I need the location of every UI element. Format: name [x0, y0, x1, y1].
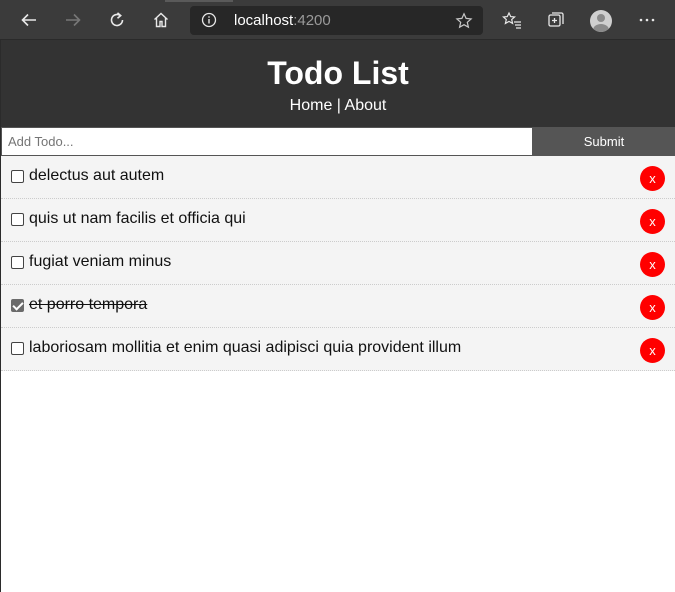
browser-toolbar: localhost:4200 — [0, 0, 675, 40]
nav-separator: | — [332, 97, 345, 114]
todo-item: et porro tempora x — [1, 285, 675, 328]
delete-todo-button[interactable]: x — [640, 209, 665, 234]
todo-title: laboriosam mollitia et enim quasi adipis… — [29, 339, 462, 356]
home-button[interactable] — [144, 4, 178, 36]
more-icon — [639, 18, 655, 22]
info-icon[interactable] — [201, 12, 217, 28]
app-header: Todo List Home | About — [1, 40, 675, 127]
todo-item: fugiat veniam minus x — [1, 242, 675, 285]
delete-todo-button[interactable]: x — [640, 252, 665, 277]
url-port: :4200 — [293, 12, 331, 29]
forward-arrow-icon — [66, 13, 81, 27]
collections-icon — [548, 12, 564, 27]
star-icon[interactable] — [455, 12, 473, 30]
address-bar[interactable]: localhost:4200 — [190, 6, 483, 35]
favorites-icon — [502, 11, 521, 29]
page-viewport: Todo List Home | About Submit delectus a… — [0, 40, 675, 592]
delete-todo-button[interactable]: x — [640, 295, 665, 320]
submit-button[interactable]: Submit — [533, 127, 675, 156]
todo-title: quis ut nam facilis et officia qui — [29, 210, 246, 227]
refresh-button[interactable] — [100, 4, 134, 36]
add-todo-form: Submit — [1, 127, 675, 156]
more-button[interactable] — [630, 4, 664, 36]
delete-todo-button[interactable]: x — [640, 338, 665, 363]
nav-link-about[interactable]: About — [345, 97, 387, 114]
todo-checkbox[interactable] — [11, 298, 24, 312]
todo-title: et porro tempora — [29, 296, 148, 313]
favorites-button[interactable] — [495, 4, 529, 36]
todo-title: fugiat veniam minus — [29, 253, 172, 270]
forward-button[interactable] — [56, 4, 90, 36]
refresh-icon — [110, 12, 124, 27]
todo-item: quis ut nam facilis et officia qui x — [1, 199, 675, 242]
home-icon — [154, 12, 168, 28]
todo-title: delectus aut autem — [29, 167, 165, 184]
todo-checkbox[interactable] — [11, 341, 24, 355]
page-title: Todo List — [267, 55, 409, 91]
todo-list: delectus aut autem x quis ut nam facilis e… — [1, 156, 675, 371]
delete-todo-button[interactable]: x — [640, 166, 665, 191]
back-button[interactable] — [12, 4, 46, 36]
collections-button[interactable] — [539, 4, 573, 36]
avatar-body — [593, 24, 609, 32]
back-arrow-icon — [21, 13, 36, 27]
avatar-head — [597, 14, 605, 22]
todo-item: delectus aut autem x — [1, 156, 675, 199]
url-host: localhost — [234, 12, 294, 29]
active-tab-indicator — [165, 0, 233, 2]
profile-avatar-icon[interactable] — [590, 10, 612, 32]
todo-checkbox[interactable] — [11, 212, 24, 226]
todo-item: laboriosam mollitia et enim quasi adipis… — [1, 328, 675, 371]
add-todo-input[interactable] — [1, 127, 533, 156]
nav-link-home[interactable]: Home — [290, 97, 333, 114]
todo-checkbox[interactable] — [11, 169, 24, 183]
main-nav: Home | About — [1, 96, 675, 116]
address-url: localhost:4200 — [234, 12, 331, 29]
todo-checkbox[interactable] — [11, 255, 24, 269]
